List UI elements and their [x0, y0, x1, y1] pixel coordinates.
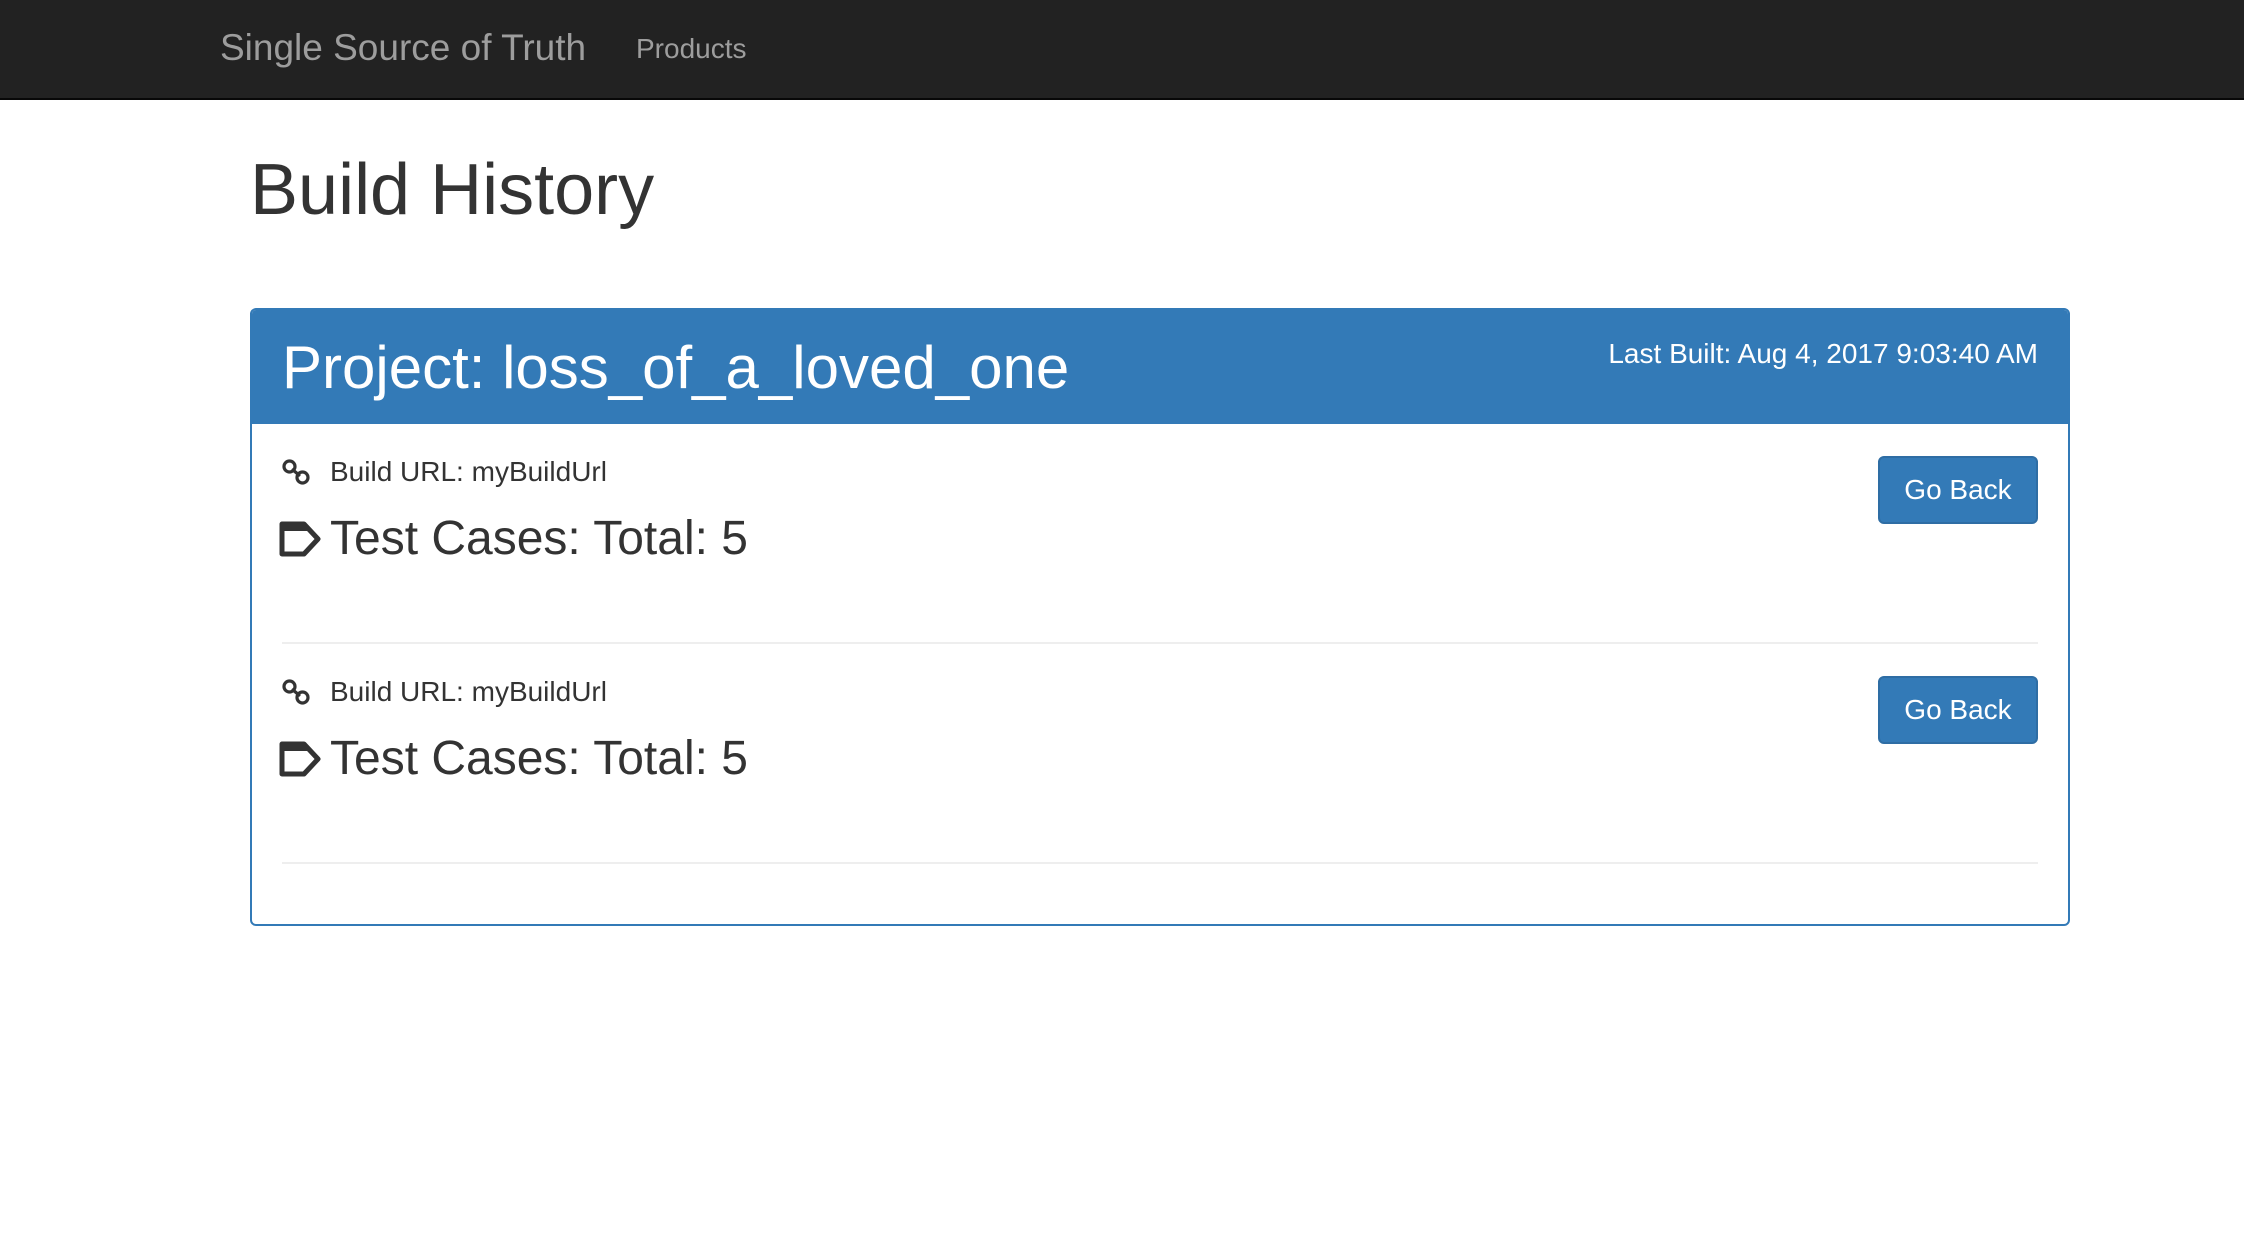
link-icon — [282, 459, 310, 485]
build-url-text: Build URL: myBuildUrl — [330, 456, 607, 487]
project-title: Project: loss_of_a_loved_one — [282, 334, 1070, 401]
build-list-item: Build URL: myBuildUrl Test Cases: Total:… — [279, 424, 2038, 644]
nav-link-products[interactable]: Products — [636, 30, 747, 68]
build-url-row: Build URL: myBuildUrl — [282, 452, 607, 492]
last-built-timestamp: Last Built: Aug 4, 2017 9:03:40 AM — [1608, 338, 2038, 369]
tag-icon — [279, 741, 321, 777]
build-url-row: Build URL: myBuildUrl — [282, 672, 607, 712]
go-back-button[interactable]: Go Back — [1878, 676, 2038, 744]
build-url-text: Build URL: myBuildUrl — [330, 676, 607, 707]
build-list-item: Build URL: myBuildUrl Test Cases: Total:… — [279, 644, 2038, 864]
project-panel: Project: loss_of_a_loved_one Last Built:… — [250, 308, 2070, 926]
panel-heading: Project: loss_of_a_loved_one Last Built:… — [252, 310, 2068, 424]
tag-icon — [279, 521, 321, 557]
go-back-button[interactable]: Go Back — [1878, 456, 2038, 524]
link-icon — [282, 679, 310, 705]
test-cases-row: Test Cases: Total: 5 — [278, 506, 748, 572]
test-cases-heading: Test Cases: Total: 5 — [330, 732, 748, 785]
test-cases-row: Test Cases: Total: 5 — [278, 726, 748, 792]
test-cases-heading: Test Cases: Total: 5 — [330, 512, 748, 565]
top-navbar: Single Source of Truth Products — [0, 0, 2244, 100]
navbar-brand[interactable]: Single Source of Truth — [220, 24, 586, 72]
page-title: Build History — [250, 150, 655, 230]
